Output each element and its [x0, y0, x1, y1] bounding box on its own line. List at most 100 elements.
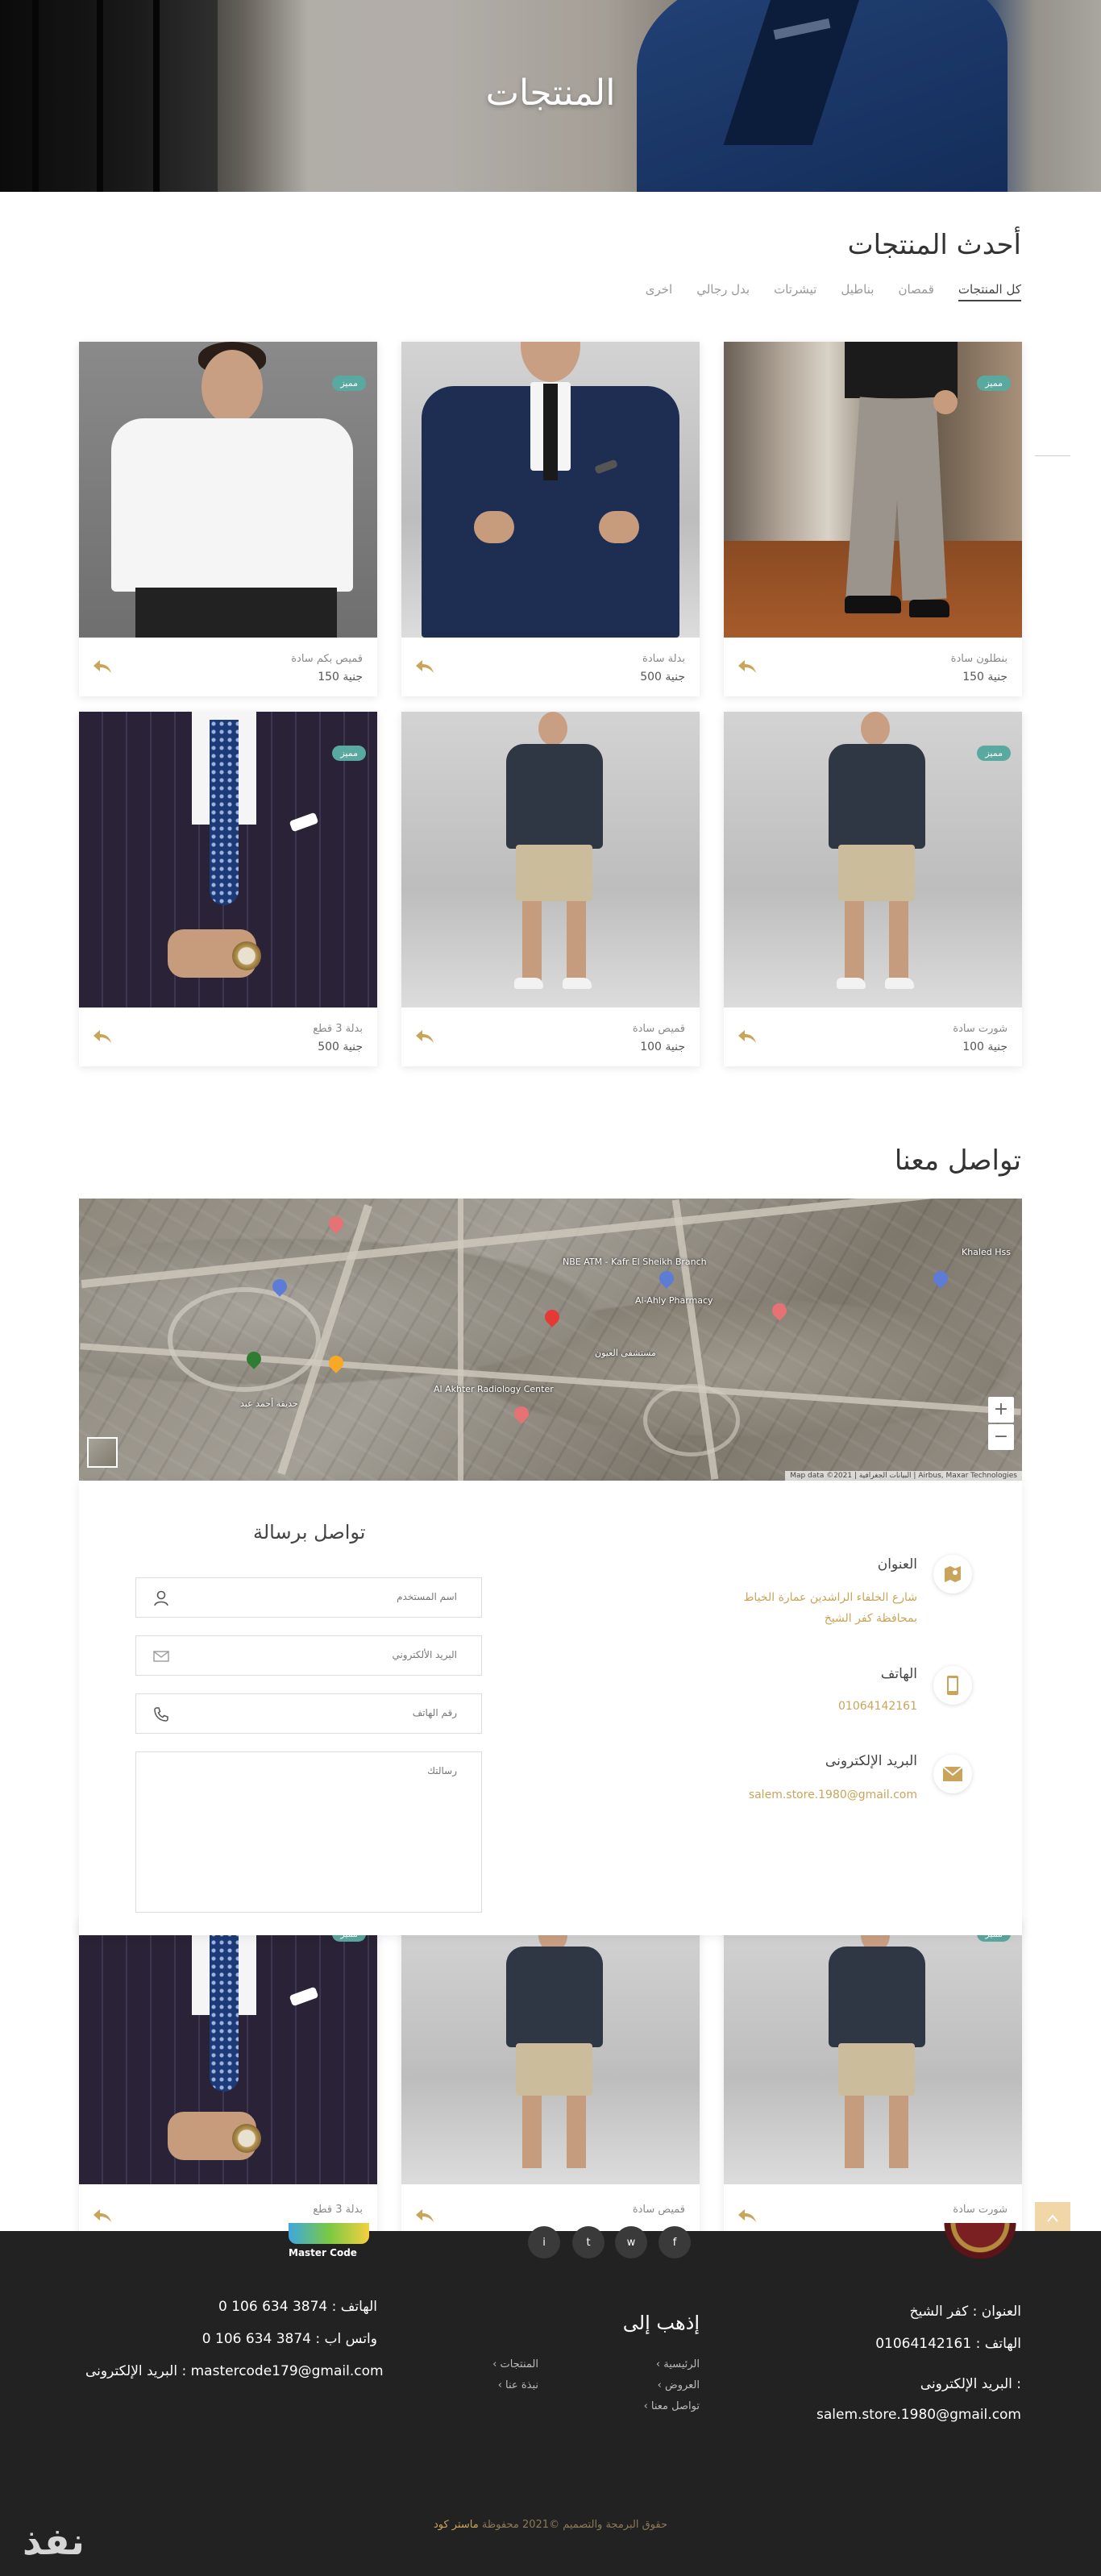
product-name: بدلة سادة [642, 653, 685, 665]
footer-email[interactable]: salem.store.1980@gmail.com [816, 2407, 1021, 2423]
product-card[interactable]: قميص سادة 100 جنية [401, 712, 700, 1066]
map-layer-toggle[interactable] [87, 1437, 118, 1468]
map-pin-icon[interactable] [769, 1300, 790, 1321]
developer-logo[interactable] [289, 2223, 369, 2244]
twitter-icon[interactable]: t [572, 2226, 605, 2258]
contact-panel: تواصل برسالة اسم المستخدم البريد الألكتر… [79, 1481, 1022, 1935]
goto-title: إذهب إلى [622, 2312, 700, 2334]
tab-suits[interactable]: بدل رجالي [696, 282, 750, 301]
phone-value[interactable]: 01064142161 [838, 1700, 917, 1713]
username-field[interactable]: اسم المستخدم [135, 1577, 482, 1618]
tab-other[interactable]: اخرى [646, 282, 672, 301]
map-pin-icon[interactable] [930, 1268, 951, 1289]
product-card[interactable]: مميز شورت سادة [724, 1918, 1022, 2241]
footer-email-label: البريد الإلكترونى : [920, 2376, 1021, 2392]
reply-arrow-icon[interactable] [414, 1028, 435, 1045]
store-logo[interactable] [941, 2223, 1019, 2265]
scroll-to-top-button[interactable] [1035, 2202, 1070, 2234]
phone-field[interactable]: رقم الهاتف [135, 1693, 482, 1734]
map-attribution: Map data ©2021 | البيانات الجغرافية | Ai… [785, 1471, 1022, 1481]
footer-address: العنوان : كفر الشيخ [909, 2304, 1021, 2320]
developer-logo-text: Master Code [289, 2247, 357, 2258]
product-card[interactable]: مميز بدلة 3 قطع 500 جنية [79, 712, 377, 1066]
chevron-up-icon [1047, 2214, 1058, 2222]
tab-tshirts[interactable]: تيشرتات [774, 282, 816, 301]
copyright-brand-link[interactable]: ماستر كود [434, 2519, 479, 2531]
phone-icon [154, 1707, 168, 1722]
product-name: بدلة 3 قطع [313, 2204, 363, 2216]
product-card[interactable]: بدلة سادة 500 جنية [401, 342, 700, 696]
reply-arrow-icon[interactable] [414, 2207, 435, 2225]
product-name: بنطلون سادة [950, 653, 1008, 665]
product-card[interactable]: مميز قميص بكم سادة 150 جنية [79, 342, 377, 696]
product-image[interactable] [401, 712, 700, 1008]
reply-arrow-icon[interactable] [414, 658, 435, 675]
map-zoom-in-button[interactable]: + [988, 1397, 1014, 1423]
tab-pants[interactable]: بناطيل [841, 282, 874, 301]
footer-link-products[interactable]: ‹ المنتجات [492, 2358, 538, 2370]
reply-arrow-icon[interactable] [92, 2207, 113, 2225]
developer-email: البريد الإلكترونى : mastercode179@gmail.… [85, 2363, 384, 2379]
hero-title: المنتجات [485, 73, 616, 114]
tab-shirts[interactable]: قمصان [898, 282, 933, 301]
address-map-icon [933, 1555, 972, 1593]
map-pin-icon[interactable] [326, 1352, 347, 1373]
product-card[interactable]: قميص سادة [401, 1918, 700, 2241]
map-pin-icon[interactable] [656, 1268, 677, 1289]
phone-label: الهاتف [880, 1666, 917, 1682]
product-price: 500 جنية [318, 1041, 363, 1053]
featured-badge: مميز [977, 376, 1011, 391]
email-label: البريد الإلكترونى [825, 1753, 917, 1769]
map-pin-icon[interactable] [511, 1403, 532, 1424]
product-image[interactable] [401, 342, 700, 638]
product-image[interactable] [401, 1918, 700, 2184]
reply-arrow-icon[interactable] [737, 658, 758, 675]
message-textarea[interactable]: رسالتك [135, 1751, 482, 1913]
product-card[interactable]: مميز بدلة 3 قطع [79, 1918, 377, 2241]
footer-link-home[interactable]: ‹ الرئيسية [656, 2358, 700, 2370]
footer-link-contact[interactable]: ‹ تواصل معنا [644, 2400, 700, 2412]
envelope-icon [153, 1651, 169, 1662]
product-name: بدلة 3 قطع [313, 1023, 363, 1035]
reply-arrow-icon[interactable] [737, 1028, 758, 1045]
product-price: 150 جنية [962, 671, 1008, 683]
product-name: قميص بكم سادة [291, 653, 363, 665]
reply-arrow-icon[interactable] [92, 658, 113, 675]
instagram-icon[interactable]: i [528, 2226, 560, 2258]
facebook-icon[interactable]: f [659, 2226, 691, 2258]
featured-badge: مميز [332, 746, 366, 761]
product-name: قميص سادة [632, 1023, 685, 1035]
product-image[interactable] [724, 1918, 1022, 2184]
product-card[interactable]: مميز بنطلون سادة 150 جنية [724, 342, 1022, 696]
envelope-icon [933, 1755, 972, 1793]
tab-all[interactable]: كل المنتجات [958, 282, 1021, 301]
user-icon [154, 1590, 168, 1606]
product-price: 100 جنية [640, 1041, 685, 1053]
product-name: قميص سادة [632, 2204, 685, 2216]
product-price: 500 جنية [640, 671, 685, 683]
location-map[interactable]: NBE ATM - Kafr El Sheikh Branch Al-Ahly … [79, 1199, 1022, 1481]
reply-arrow-icon[interactable] [737, 2207, 758, 2225]
product-price: 150 جنية [318, 671, 363, 683]
address-value: شارع الخلفاء الراشدين عمارة الخياط بمحاف… [743, 1591, 917, 1625]
product-image[interactable] [79, 1918, 377, 2184]
featured-badge: مميز [977, 746, 1011, 761]
product-name: شورت سادة [953, 2204, 1008, 2216]
contact-title: تواصل معنا [894, 1145, 1021, 1177]
map-zoom-out-button[interactable]: − [988, 1424, 1014, 1450]
footer-link-about[interactable]: ‹ نبذة عنا [498, 2379, 538, 2391]
reply-arrow-icon[interactable] [92, 1028, 113, 1045]
email-value[interactable]: salem.store.1980@gmail.com [749, 1789, 917, 1801]
divider [1035, 455, 1070, 456]
location-pin-icon[interactable] [542, 1307, 563, 1327]
email-field[interactable]: البريد الألكتروني [135, 1635, 482, 1676]
product-filter-tabs: كل المنتجات قمصان بناطيل تيشرتات بدل رجا… [646, 282, 1021, 301]
product-price: 100 جنية [962, 1041, 1008, 1053]
developer-whatsapp: واتس اب : 3874 634 106 0 [202, 2331, 377, 2347]
footer-link-offers[interactable]: ‹ العروض [658, 2379, 700, 2391]
latest-products-title: أحدث المنتجات [847, 229, 1021, 261]
whatsapp-icon[interactable]: w [615, 2226, 647, 2258]
product-card[interactable]: مميز شورت سادة 100 جنية [724, 712, 1022, 1066]
footer-phone: الهاتف : 01064142161 [875, 2336, 1021, 2352]
map-pin-icon[interactable] [326, 1213, 347, 1234]
